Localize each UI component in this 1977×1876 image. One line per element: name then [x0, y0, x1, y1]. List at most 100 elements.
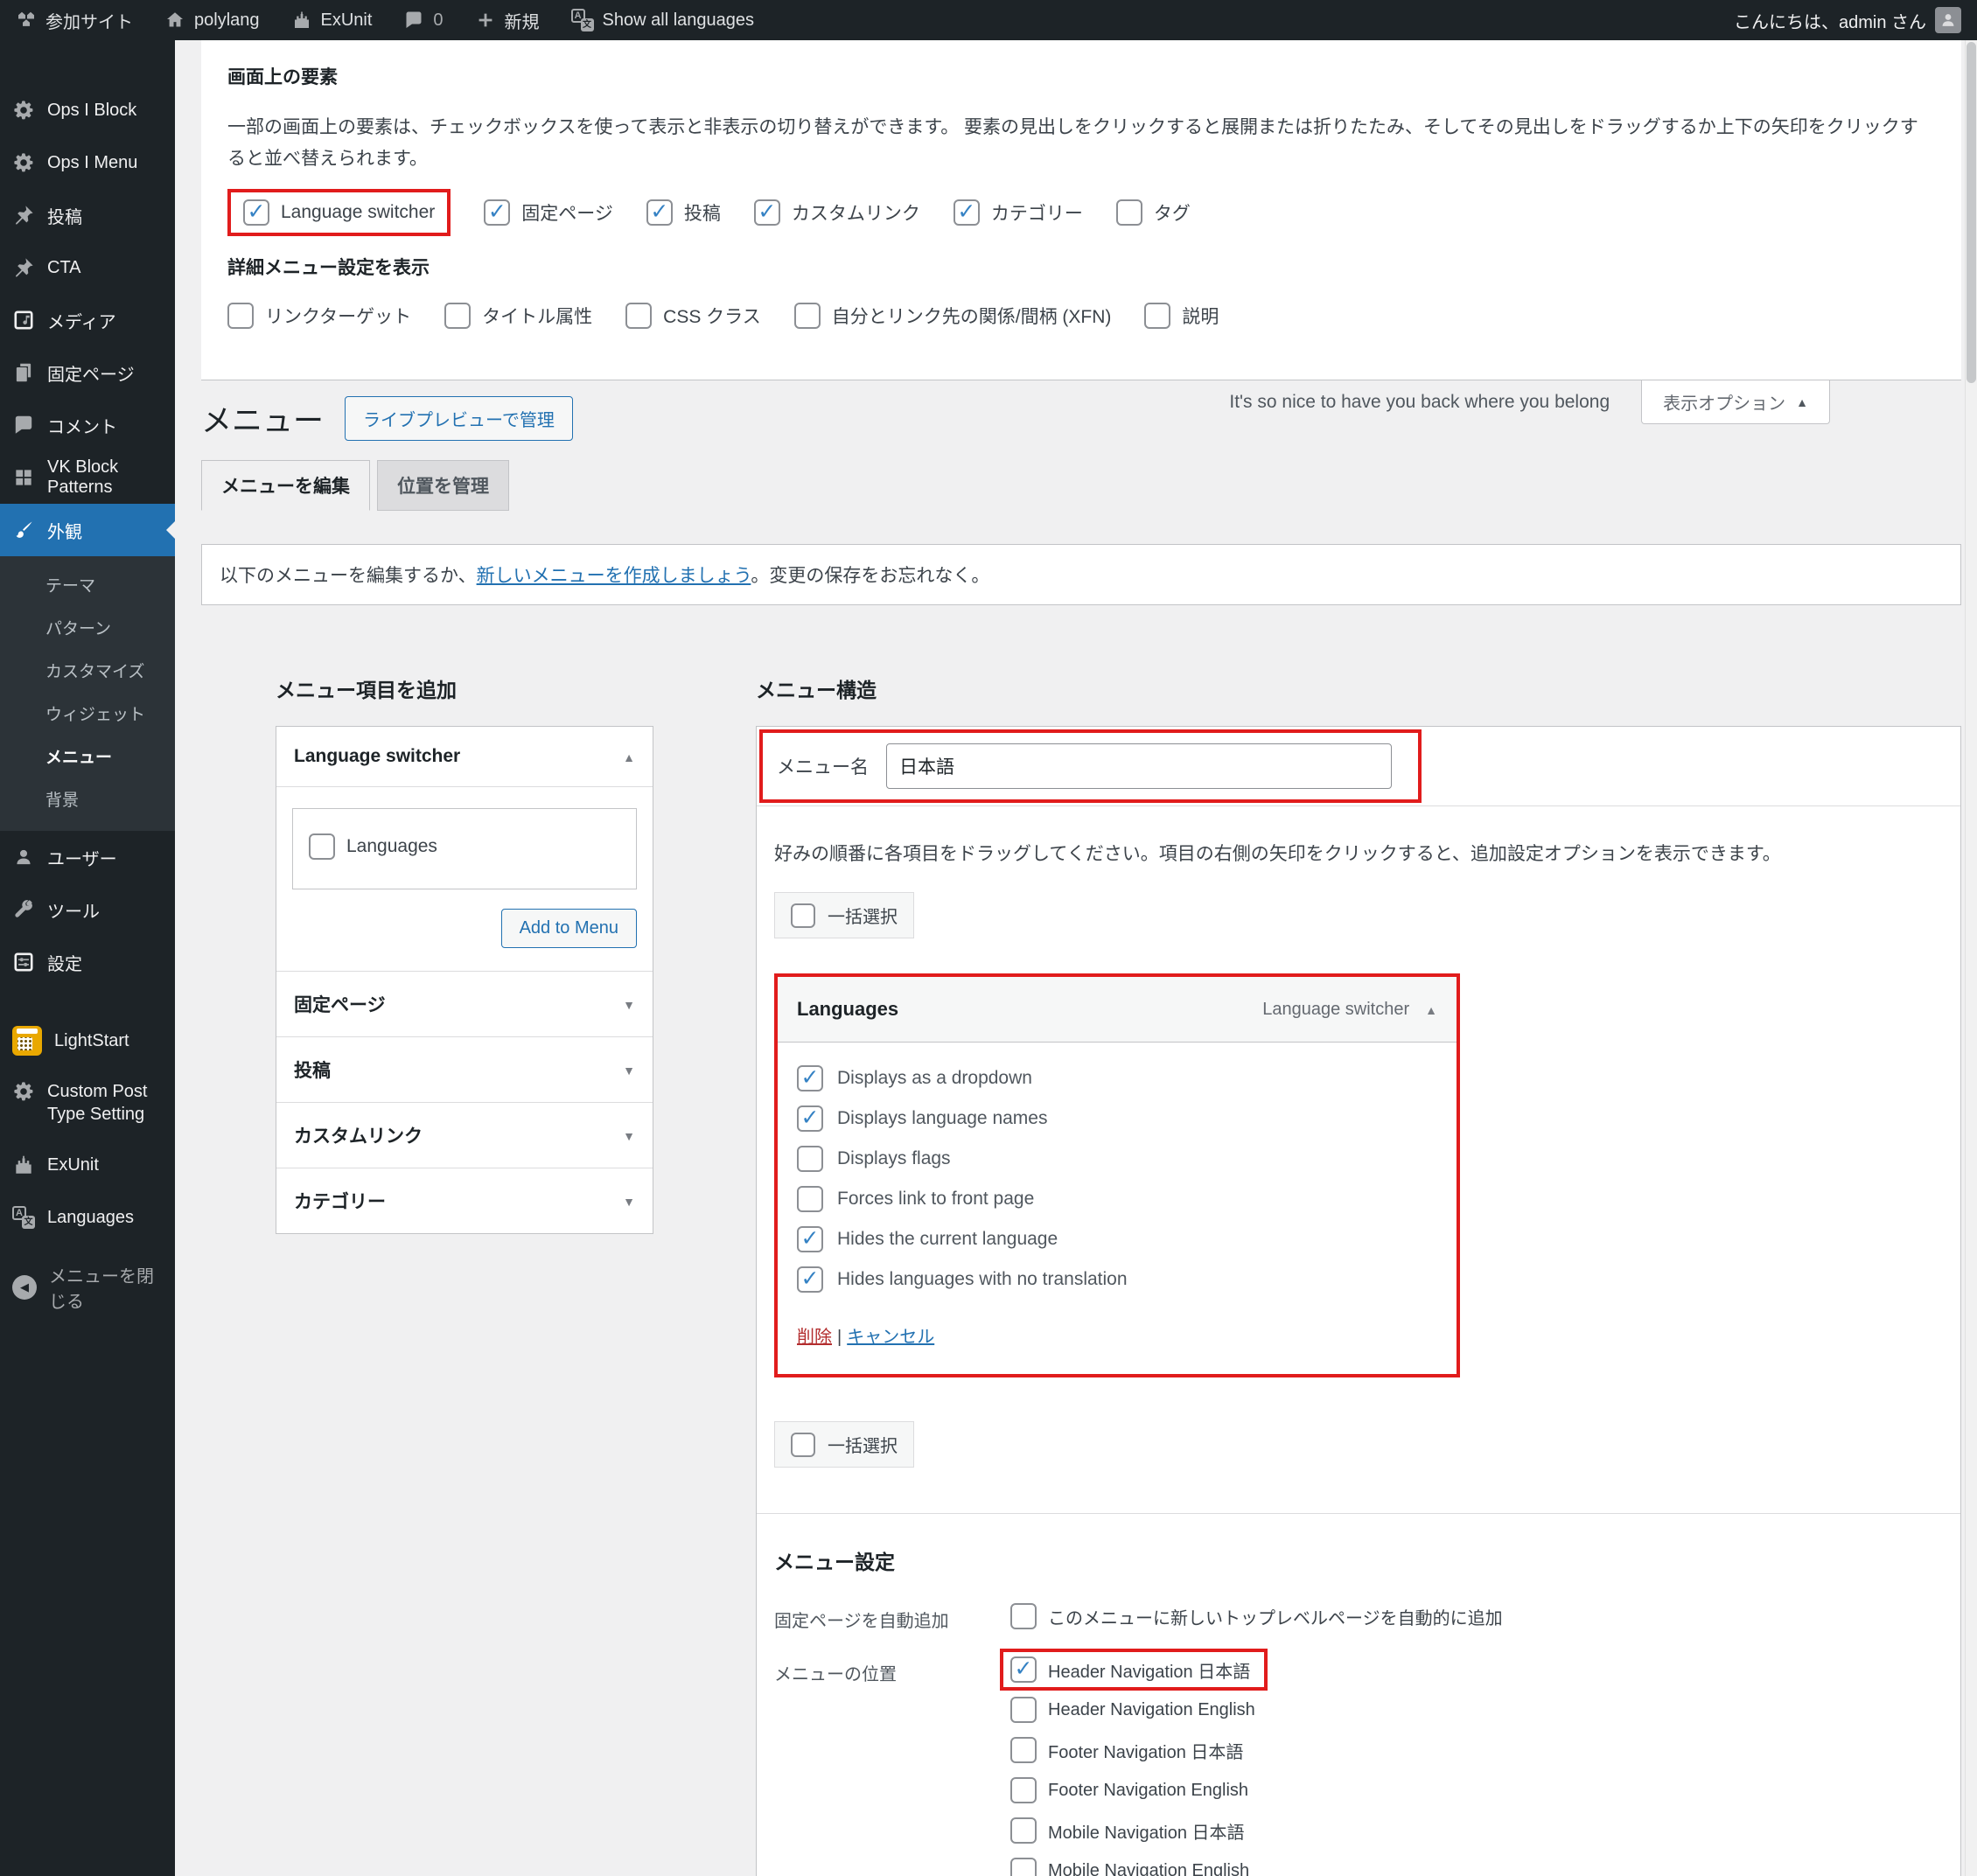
admin-bar-comments[interactable]: 0 — [403, 10, 443, 31]
scrollbar-thumb[interactable] — [1967, 42, 1976, 383]
location-mobile-navigation-japanese[interactable]: Mobile Navigation 日本語 — [1010, 1817, 1268, 1844]
location-header-navigation-japanese[interactable]: Header Navigation 日本語 — [1010, 1656, 1250, 1683]
checkbox-checked-icon[interactable] — [797, 1065, 823, 1091]
submenu-item-patterns[interactable]: パターン — [0, 606, 175, 649]
option-hides-current-language[interactable]: Hides the current language — [797, 1226, 1437, 1252]
screen-option-posts[interactable]: 投稿 — [646, 199, 721, 226]
advanced-option-description[interactable]: 説明 — [1144, 303, 1219, 329]
checkbox-checked-icon[interactable] — [954, 199, 980, 226]
location-footer-navigation-japanese[interactable]: Footer Navigation 日本語 — [1010, 1737, 1268, 1763]
sidebar-item-vk-block-patterns[interactable]: VK Block Patterns — [0, 451, 175, 504]
sidebar-item-cta[interactable]: CTA — [0, 241, 175, 294]
submenu-item-menus[interactable]: メニュー — [0, 735, 175, 778]
advanced-option-title-attribute[interactable]: タイトル属性 — [444, 303, 592, 329]
checkbox-checked-icon[interactable] — [797, 1226, 823, 1252]
sidebar-item-pages[interactable]: 固定ページ — [0, 346, 175, 399]
delete-item-link[interactable]: 削除 — [797, 1328, 832, 1347]
sidebar-item-posts[interactable]: 投稿 — [0, 189, 175, 241]
advanced-option-css-classes[interactable]: CSS クラス — [625, 303, 761, 329]
sidebar-item-appearance[interactable]: 外観 — [0, 504, 175, 556]
sidebar-item-settings[interactable]: 設定 — [0, 936, 175, 988]
checkbox-unchecked-icon[interactable] — [1010, 1603, 1037, 1629]
checkbox-unchecked-icon[interactable] — [797, 1186, 823, 1212]
posts-accordion-header[interactable]: 投稿 — [276, 1037, 653, 1102]
advanced-option-xfn[interactable]: 自分とリンク先の関係/間柄 (XFN) — [794, 303, 1112, 329]
sidebar-item-media[interactable]: メディア — [0, 294, 175, 346]
screen-option-language-switcher[interactable]: Language switcher — [243, 199, 435, 226]
checkbox-checked-icon[interactable] — [797, 1105, 823, 1132]
languages-item-header[interactable]: Languages Language switcher — [778, 977, 1457, 1043]
admin-bar-my-account[interactable]: こんにちは、admin さん — [1734, 7, 1961, 33]
submenu-item-widgets[interactable]: ウィジェット — [0, 692, 175, 735]
categories-accordion-header[interactable]: カテゴリー — [276, 1168, 653, 1233]
admin-bar-exunit[interactable]: ExUnit — [291, 10, 373, 31]
screen-options-toggle-button[interactable]: 表示オプション — [1641, 380, 1830, 424]
sidebar-item-lightstart[interactable]: LightStart — [0, 1015, 175, 1067]
checkbox-checked-icon[interactable] — [243, 199, 269, 226]
checkbox-unchecked-icon[interactable] — [309, 833, 335, 860]
location-footer-navigation-english[interactable]: Footer Navigation English — [1010, 1777, 1268, 1803]
bulk-select-bottom[interactable]: 一括選択 — [774, 1421, 914, 1468]
submenu-item-background[interactable]: 背景 — [0, 778, 175, 820]
sidebar-item-exunit[interactable]: ExUnit — [0, 1139, 175, 1191]
sidebar-item-custom-post-type-setting[interactable]: Custom Post Type Setting — [0, 1067, 175, 1139]
languages-item-option[interactable]: Languages — [309, 833, 437, 860]
sidebar-item-languages[interactable]: A文 Languages — [0, 1191, 175, 1244]
checkbox-unchecked-icon[interactable] — [444, 303, 471, 329]
sidebar-item-comments[interactable]: コメント — [0, 399, 175, 451]
checkbox-checked-icon[interactable] — [646, 199, 673, 226]
submenu-item-customize[interactable]: カスタマイズ — [0, 649, 175, 692]
tab-edit-menus[interactable]: メニューを編集 — [201, 460, 370, 511]
submenu-item-themes[interactable]: テーマ — [0, 563, 175, 606]
sidebar-item-ops-menu[interactable]: Ops I Menu — [0, 136, 175, 189]
screen-option-pages[interactable]: 固定ページ — [484, 199, 613, 226]
checkbox-unchecked-icon[interactable] — [791, 1433, 815, 1457]
sidebar-item-ops-block[interactable]: Ops I Block — [0, 84, 175, 136]
bulk-select-top[interactable]: 一括選択 — [774, 892, 914, 938]
menu-name-input[interactable] — [886, 743, 1392, 789]
checkbox-checked-icon[interactable] — [797, 1266, 823, 1293]
option-displays-as-dropdown[interactable]: Displays as a dropdown — [797, 1065, 1437, 1091]
checkbox-checked-icon[interactable] — [484, 199, 510, 226]
sidebar-collapse-menu[interactable]: ◀ メニューを閉じる — [0, 1261, 175, 1314]
option-forces-link-front-page[interactable]: Forces link to front page — [797, 1186, 1437, 1212]
checkbox-unchecked-icon[interactable] — [625, 303, 652, 329]
checkbox-unchecked-icon[interactable] — [1010, 1817, 1037, 1844]
cancel-item-link[interactable]: キャンセル — [847, 1328, 934, 1347]
screen-option-tags[interactable]: タグ — [1116, 199, 1191, 226]
sidebar-item-users[interactable]: ユーザー — [0, 831, 175, 883]
create-new-menu-link[interactable]: 新しいメニューを作成しましょう — [477, 566, 751, 586]
checkbox-unchecked-icon[interactable] — [1116, 199, 1142, 226]
sidebar-item-tools[interactable]: ツール — [0, 883, 175, 936]
checkbox-unchecked-icon[interactable] — [1010, 1777, 1037, 1803]
custom-links-accordion-header[interactable]: カスタムリンク — [276, 1103, 653, 1168]
add-to-menu-button[interactable]: Add to Menu — [501, 909, 637, 948]
advanced-option-link-target[interactable]: リンクターゲット — [227, 303, 411, 329]
page-scrollbar[interactable] — [1965, 40, 1977, 1876]
screen-option-custom-links[interactable]: カスタムリンク — [754, 199, 920, 226]
checkbox-unchecked-icon[interactable] — [791, 903, 815, 928]
checkbox-unchecked-icon[interactable] — [1144, 303, 1170, 329]
tab-manage-locations[interactable]: 位置を管理 — [377, 460, 509, 511]
checkbox-unchecked-icon[interactable] — [227, 303, 254, 329]
option-displays-flags[interactable]: Displays flags — [797, 1146, 1437, 1172]
checkbox-unchecked-icon[interactable] — [1010, 1858, 1037, 1876]
checkbox-unchecked-icon[interactable] — [797, 1146, 823, 1172]
pages-accordion-header[interactable]: 固定ページ — [276, 972, 653, 1036]
checkbox-unchecked-icon[interactable] — [794, 303, 821, 329]
admin-bar-site-name[interactable]: polylang — [164, 10, 260, 31]
admin-bar-new[interactable]: 新規 — [475, 8, 540, 33]
option-displays-language-names[interactable]: Displays language names — [797, 1105, 1437, 1132]
location-header-navigation-english[interactable]: Header Navigation English — [1010, 1697, 1268, 1723]
chevron-up-icon[interactable] — [1425, 1000, 1437, 1020]
checkbox-checked-icon[interactable] — [754, 199, 780, 226]
checkbox-checked-icon[interactable] — [1010, 1656, 1037, 1683]
admin-bar-my-sites[interactable]: 参加サイト — [16, 8, 133, 33]
admin-bar-show-all-languages[interactable]: A文 Show all languages — [571, 9, 754, 31]
auto-add-pages-option[interactable]: このメニューに新しいトップレベルページを自動的に追加 — [1010, 1603, 1503, 1629]
screen-option-categories[interactable]: カテゴリー — [954, 199, 1083, 226]
language-switcher-accordion-header[interactable]: Language switcher — [276, 727, 653, 786]
manage-with-live-preview-button[interactable]: ライブプレビューで管理 — [345, 396, 573, 441]
checkbox-unchecked-icon[interactable] — [1010, 1697, 1037, 1723]
checkbox-unchecked-icon[interactable] — [1010, 1737, 1037, 1763]
